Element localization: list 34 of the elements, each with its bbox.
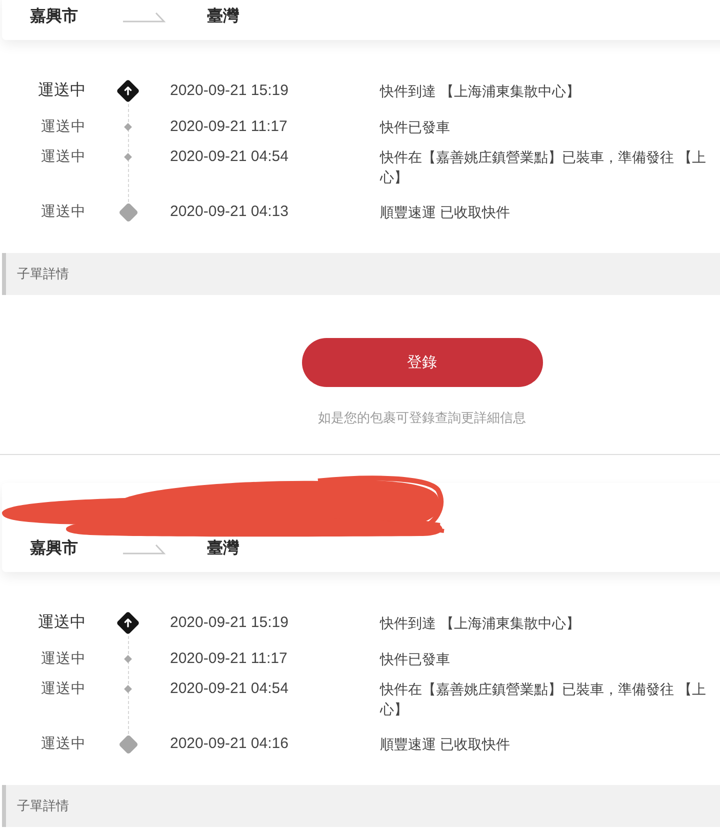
status-label: 運送中 <box>40 650 86 669</box>
event-time: 2020-09-21 11:17 <box>170 649 288 669</box>
event-description: 快件到達 【上海浦東集散中心】 <box>380 82 580 101</box>
destination-city: 臺灣 <box>207 538 239 559</box>
event-description: 快件到達 【上海浦東集散中心】 <box>380 614 580 633</box>
event-description: 快件在【嘉善姚庄鎮營業點】已裝車，準備發往 【上 <box>380 680 706 699</box>
status-label: 運送中 <box>40 148 86 167</box>
login-hint: 如是您的包裹可登錄查詢更詳細信息 <box>318 409 526 427</box>
status-label: 運送中 <box>37 613 86 633</box>
event-time: 2020-09-21 11:17 <box>170 117 288 137</box>
status-label: 運送中 <box>40 118 86 137</box>
event-description: 快件已發車 <box>380 118 450 137</box>
event-description: 心】 <box>380 168 408 187</box>
status-label: 運送中 <box>40 735 86 754</box>
event-time: 2020-09-21 15:19 <box>170 613 290 633</box>
section-header: 子單詳情 <box>2 785 720 827</box>
origin-city: 嘉興市 <box>30 6 79 27</box>
event-time: 2020-09-21 15:19 <box>170 81 290 101</box>
event-time: 2020-09-21 04:13 <box>170 202 290 222</box>
event-time: 2020-09-21 04:54 <box>170 679 290 699</box>
status-label: 運送中 <box>40 680 86 699</box>
event-description: 心】 <box>380 700 408 719</box>
event-description: 順豐速運 已收取快件 <box>380 735 510 754</box>
login-button[interactable]: 登錄 <box>302 338 542 387</box>
status-label: 運送中 <box>37 81 86 101</box>
event-description: 順豐速運 已收取快件 <box>380 203 510 222</box>
section-header: 子單詳情 <box>2 253 720 295</box>
destination-city: 臺灣 <box>207 6 239 27</box>
event-time: 2020-09-21 04:16 <box>170 734 290 754</box>
event-description: 快件已發車 <box>380 650 450 669</box>
event-time: 2020-09-21 04:54 <box>170 147 290 167</box>
event-description: 快件在【嘉善姚庄鎮營業點】已裝車，準備發往 【上 <box>380 148 706 167</box>
origin-city: 嘉興市 <box>30 538 79 559</box>
status-label: 運送中 <box>40 203 86 222</box>
